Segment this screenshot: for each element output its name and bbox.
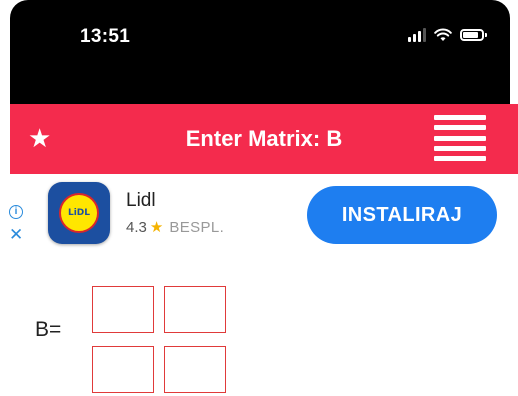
- ad-banner[interactable]: i ✕ LiDL Lidl 4.3 ★ BESPL. INSTALIRAJ: [0, 174, 518, 264]
- star-icon[interactable]: ★: [28, 124, 51, 152]
- matrix-cell-2-2[interactable]: [164, 346, 226, 393]
- wifi-icon: [434, 28, 452, 41]
- signal-icon: [408, 28, 426, 42]
- lidl-logo: LiDL: [59, 193, 99, 233]
- battery-icon: [460, 29, 487, 41]
- ad-price: BESPL.: [169, 219, 225, 236]
- matrix-cell-2-1[interactable]: [92, 346, 154, 393]
- app-icon[interactable]: LiDL: [48, 182, 110, 244]
- ad-app-name: Lidl: [126, 190, 156, 211]
- status-bar: 13:51: [10, 0, 510, 104]
- ad-rating-row: 4.3 ★ BESPL.: [126, 218, 224, 236]
- app-bar: Enter Matrix: B ★: [10, 104, 518, 174]
- matrix-cell-1-2[interactable]: [164, 286, 226, 333]
- menu-icon[interactable]: [434, 115, 486, 161]
- install-button[interactable]: INSTALIRAJ: [307, 186, 497, 244]
- close-icon[interactable]: ✕: [9, 226, 23, 243]
- matrix-label: B=: [35, 318, 62, 341]
- status-icons: [408, 28, 487, 42]
- ad-rating: 4.3: [126, 219, 147, 236]
- matrix-cell-1-1[interactable]: [92, 286, 154, 333]
- info-icon[interactable]: i: [9, 205, 23, 219]
- rating-star-icon: ★: [149, 219, 164, 236]
- status-time: 13:51: [80, 26, 131, 47]
